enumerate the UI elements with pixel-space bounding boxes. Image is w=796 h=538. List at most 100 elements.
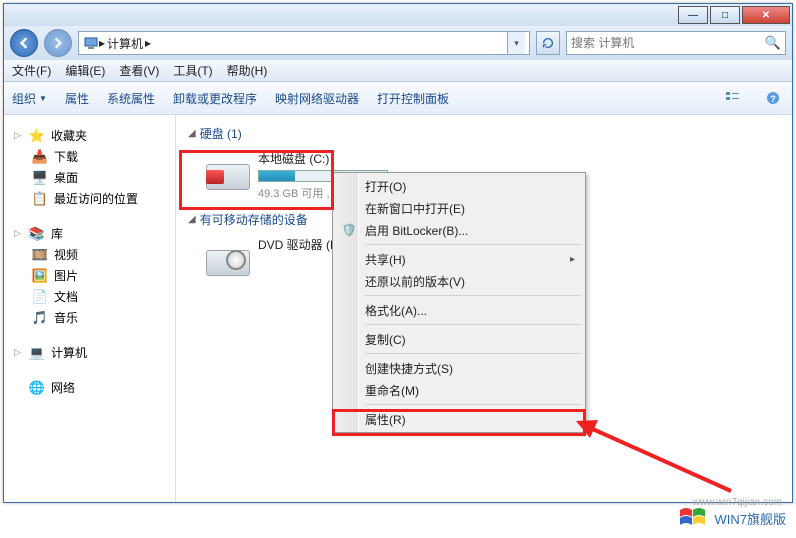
menu-file[interactable]: 文件(F) bbox=[12, 62, 51, 79]
menu-help[interactable]: 帮助(H) bbox=[227, 62, 268, 79]
star-icon: ⭐ bbox=[29, 128, 45, 144]
maximize-button[interactable]: □ bbox=[710, 6, 740, 24]
windows-flag-icon bbox=[678, 506, 708, 530]
ctx-label: 重命名(M) bbox=[365, 382, 419, 399]
ctx-label: 格式化(A)... bbox=[365, 302, 427, 319]
menu-view[interactable]: 查看(V) bbox=[119, 62, 159, 79]
sidebar-item-desktop[interactable]: 🖥️桌面 bbox=[4, 167, 175, 188]
search-box[interactable]: 🔍 bbox=[566, 31, 786, 55]
search-input[interactable] bbox=[571, 36, 765, 50]
separator bbox=[365, 324, 581, 325]
video-icon: 🎞️ bbox=[32, 247, 48, 263]
sidebar-item-label: 收藏夹 bbox=[51, 127, 87, 144]
group-label: 有可移动存储的设备 bbox=[200, 211, 308, 228]
breadcrumb-arrow: ▸ bbox=[145, 36, 151, 50]
sidebar-favorites[interactable]: ▷ ⭐ 收藏夹 bbox=[4, 125, 175, 146]
context-menu: 打开(O) 在新窗口中打开(E) 🛡️ 启用 BitLocker(B)... 共享… bbox=[332, 172, 586, 433]
library-icon: 📚 bbox=[29, 226, 45, 242]
sidebar-item-recent[interactable]: 📋 最近访问的位置 bbox=[4, 188, 175, 209]
ctx-rename[interactable]: 重命名(M) bbox=[335, 379, 583, 401]
ctx-label: 创建快捷方式(S) bbox=[365, 360, 453, 377]
minimize-button[interactable]: — bbox=[678, 6, 708, 24]
sidebar-item-label: 音乐 bbox=[54, 309, 78, 326]
sidebar-item-videos[interactable]: 🎞️视频 bbox=[4, 244, 175, 265]
ctx-open-new[interactable]: 在新窗口中打开(E) bbox=[335, 197, 583, 219]
drive-name: DVD 驱动器 (D bbox=[258, 236, 339, 253]
sidebar-item-network[interactable]: 🌐 网络 bbox=[4, 377, 175, 398]
sidebar-item-label: 最近访问的位置 bbox=[54, 190, 138, 207]
address-bar[interactable]: ▸ 计算机 ▸ ▾ bbox=[78, 31, 530, 55]
sidebar-item-documents[interactable]: 📄文档 bbox=[4, 286, 175, 307]
drive-icon bbox=[206, 150, 250, 190]
arrow-left-icon bbox=[18, 37, 30, 49]
ctx-shortcut[interactable]: 创建快捷方式(S) bbox=[335, 357, 583, 379]
menu-bar: 文件(F) 编辑(E) 查看(V) 工具(T) 帮助(H) bbox=[4, 60, 792, 82]
menu-tools[interactable]: 工具(T) bbox=[173, 62, 212, 79]
sidebar-item-pictures[interactable]: 🖼️图片 bbox=[4, 265, 175, 286]
address-dropdown[interactable]: ▾ bbox=[507, 32, 525, 54]
sidebar-item-music[interactable]: 🎵 音乐 bbox=[4, 307, 175, 328]
ctx-copy[interactable]: 复制(C) bbox=[335, 328, 583, 350]
breadcrumb-label: 计算机 bbox=[107, 35, 143, 52]
sidebar-item-computer[interactable]: ▷💻计算机 bbox=[4, 342, 175, 363]
sidebar: ▷ ⭐ 收藏夹 📥下载 🖥️桌面 📋 最近访问的位置 ▷ 📚 库 🎞️视频 🖼️图片 📄文… bbox=[4, 115, 176, 502]
ctx-label: 属性(R) bbox=[365, 411, 406, 428]
drive-name: 本地磁盘 (C:) bbox=[258, 150, 388, 167]
ctx-open[interactable]: 打开(O) bbox=[335, 175, 583, 197]
toolbar-organize[interactable]: 组织 ▼ bbox=[12, 90, 47, 107]
search-icon: 🔍 bbox=[765, 35, 781, 51]
sidebar-item-label: 网络 bbox=[51, 379, 75, 396]
ctx-bitlocker[interactable]: 🛡️ 启用 BitLocker(B)... bbox=[335, 219, 583, 241]
help-button[interactable]: ? bbox=[762, 87, 784, 109]
group-header-hdd[interactable]: ◢ 硬盘 (1) bbox=[188, 125, 780, 142]
breadcrumb-arrow: ▸ bbox=[99, 36, 105, 50]
menu-edit[interactable]: 编辑(E) bbox=[65, 62, 105, 79]
music-icon: 🎵 bbox=[32, 310, 48, 326]
ctx-label: 启用 BitLocker(B)... bbox=[365, 222, 468, 239]
help-icon: ? bbox=[765, 90, 781, 106]
breadcrumb[interactable]: ▸ 计算机 ▸ bbox=[99, 35, 151, 52]
toolbar-mapdrive[interactable]: 映射网络驱动器 bbox=[275, 90, 359, 107]
desktop-icon: 🖥️ bbox=[32, 170, 48, 186]
ctx-label: 共享(H) bbox=[365, 251, 406, 268]
chevron-down-icon: ▷ bbox=[14, 130, 23, 141]
view-mode-button[interactable] bbox=[722, 87, 744, 109]
ctx-share[interactable]: 共享(H)▸ bbox=[335, 248, 583, 270]
watermark-text: WIN7旗舰版 bbox=[714, 509, 786, 528]
list-icon bbox=[725, 90, 741, 106]
refresh-button[interactable] bbox=[536, 31, 560, 55]
shield-icon: 🛡️ bbox=[341, 222, 357, 238]
group-label: 硬盘 (1) bbox=[200, 125, 242, 142]
drive-info: DVD 驱动器 (D bbox=[258, 236, 339, 253]
arrow-right-icon bbox=[52, 37, 64, 49]
separator bbox=[365, 244, 581, 245]
close-button[interactable]: ✕ bbox=[742, 6, 790, 24]
sidebar-libraries[interactable]: ▷ 📚 库 bbox=[4, 223, 175, 244]
back-button[interactable] bbox=[10, 29, 38, 57]
toolbar-properties[interactable]: 属性 bbox=[65, 90, 89, 107]
collapse-icon: ◢ bbox=[188, 128, 196, 139]
download-icon: 📥 bbox=[32, 149, 48, 165]
ctx-properties[interactable]: 属性(R) bbox=[335, 408, 583, 430]
recent-icon: 📋 bbox=[32, 191, 48, 207]
toolbar-control[interactable]: 打开控制面板 bbox=[377, 90, 449, 107]
document-icon: 📄 bbox=[32, 289, 48, 305]
sidebar-item-label: 库 bbox=[51, 225, 63, 242]
chevron-down-icon: ▷ bbox=[14, 228, 23, 239]
collapse-icon: ◢ bbox=[188, 214, 196, 225]
toolbar-sysprops[interactable]: 系统属性 bbox=[107, 90, 155, 107]
sidebar-item-label: 计算机 bbox=[51, 344, 87, 361]
forward-button[interactable] bbox=[44, 29, 72, 57]
ctx-format[interactable]: 格式化(A)... bbox=[335, 299, 583, 321]
sidebar-item-downloads[interactable]: 📥下载 bbox=[4, 146, 175, 167]
separator bbox=[365, 353, 581, 354]
ctx-restore[interactable]: 还原以前的版本(V) bbox=[335, 270, 583, 292]
ctx-label: 复制(C) bbox=[365, 331, 406, 348]
sidebar-item-label: 图片 bbox=[54, 267, 78, 284]
ctx-label: 还原以前的版本(V) bbox=[365, 273, 465, 290]
svg-text:?: ? bbox=[770, 94, 776, 104]
separator bbox=[365, 404, 581, 405]
network-icon: 🌐 bbox=[29, 380, 45, 396]
toolbar-uninstall[interactable]: 卸载或更改程序 bbox=[173, 90, 257, 107]
nav-row: ▸ 计算机 ▸ ▾ 🔍 bbox=[4, 26, 792, 60]
